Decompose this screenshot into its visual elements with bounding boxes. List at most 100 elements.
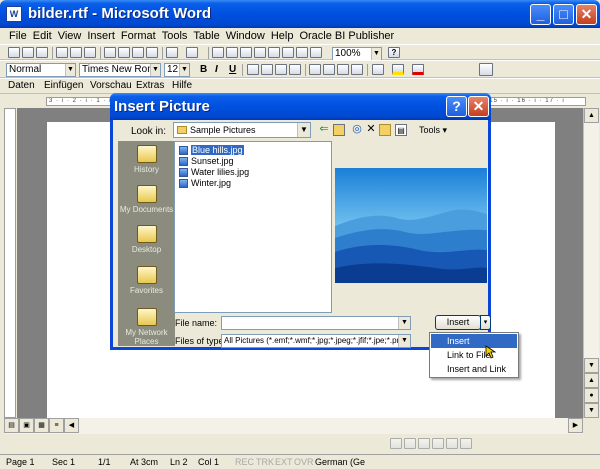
draw-tool-icon[interactable] <box>404 438 416 449</box>
copy-icon[interactable] <box>118 47 130 58</box>
document-map-icon[interactable] <box>296 47 308 58</box>
menu-item-link-to-file[interactable]: Link to File <box>431 348 517 362</box>
dialog-help-button[interactable]: ? <box>446 96 467 117</box>
menu-view[interactable]: View <box>55 30 85 42</box>
cut-icon[interactable] <box>104 47 116 58</box>
insert-excel-icon[interactable] <box>254 47 266 58</box>
menu-tools[interactable]: Tools <box>159 30 191 42</box>
draw-tool-icon[interactable] <box>446 438 458 449</box>
paste-icon[interactable] <box>132 47 144 58</box>
menu-format[interactable]: Format <box>118 30 159 42</box>
bullets-icon[interactable] <box>323 64 335 75</box>
toolbar-menu-extras[interactable]: Extras <box>136 80 164 91</box>
columns-icon[interactable] <box>268 47 280 58</box>
tables-borders-icon[interactable] <box>226 47 238 58</box>
italic-button[interactable]: I <box>215 64 218 75</box>
delete-icon[interactable]: ✕ <box>365 124 377 136</box>
menu-table[interactable]: Table <box>190 30 222 42</box>
menu-edit[interactable]: Edit <box>30 30 55 42</box>
vertical-scrollbar[interactable]: ▲ ▼ ▲ ● ▼ <box>583 108 599 418</box>
highlight-icon[interactable] <box>392 64 404 75</box>
views-icon[interactable]: ▤ <box>395 124 407 136</box>
insert-button[interactable]: Insert <box>435 315 481 330</box>
font-combo[interactable]: Times New Roman ▼ <box>79 63 161 77</box>
look-in-combo[interactable]: Sample Pictures ▼ <box>173 122 311 138</box>
align-center-icon[interactable] <box>261 64 273 75</box>
pdf-icon[interactable] <box>479 63 493 76</box>
menu-item-insert-and-link[interactable]: Insert and Link <box>431 362 517 376</box>
toolbar-menu-hilfe[interactable]: Hilfe <box>172 80 192 91</box>
close-button[interactable]: ✕ <box>576 4 597 25</box>
minimize-button[interactable]: _ <box>530 4 551 25</box>
dialog-title-bar[interactable]: Insert Picture ? ✕ <box>110 93 491 120</box>
maximize-button[interactable]: □ <box>553 4 574 25</box>
font-size-combo[interactable]: 12 ▼ <box>164 63 190 77</box>
drawing-icon[interactable] <box>282 47 294 58</box>
previous-page-icon[interactable]: ▲ <box>584 373 599 388</box>
place-history[interactable]: History <box>118 145 175 174</box>
vertical-ruler[interactable] <box>4 108 16 418</box>
status-ext[interactable]: EXT <box>275 457 293 467</box>
zoom-combo[interactable]: 100% ▼ <box>332 47 382 61</box>
spelling-icon[interactable] <box>84 47 96 58</box>
list-item[interactable]: Winter.jpg <box>179 178 231 189</box>
web-layout-icon[interactable]: ▣ <box>19 418 34 433</box>
decrease-indent-icon[interactable] <box>337 64 349 75</box>
status-ovr[interactable]: OVR <box>294 457 314 467</box>
draw-tool-icon[interactable] <box>460 438 472 449</box>
redo-icon[interactable] <box>186 47 198 58</box>
dialog-close-button[interactable]: ✕ <box>468 96 489 117</box>
toolbar-menu-daten[interactable]: Daten <box>8 80 35 91</box>
insert-table-icon[interactable] <box>240 47 252 58</box>
align-left-icon[interactable] <box>247 64 259 75</box>
help-icon[interactable]: ? <box>388 47 400 58</box>
menu-file[interactable]: File <box>6 30 30 42</box>
new-document-icon[interactable] <box>8 47 20 58</box>
back-arrow-icon[interactable]: ⇐ <box>318 124 330 136</box>
scroll-up-icon[interactable]: ▲ <box>584 108 599 123</box>
new-folder-icon[interactable] <box>379 124 391 136</box>
bold-button[interactable]: B <box>200 64 207 75</box>
horizontal-scrollbar[interactable]: ▤ ▣ ▦ ≡ ◀ ▶ <box>4 418 583 434</box>
normal-view-icon[interactable]: ▤ <box>4 418 19 433</box>
scroll-left-icon[interactable]: ◀ <box>64 418 79 433</box>
draw-tool-icon[interactable] <box>432 438 444 449</box>
status-trk[interactable]: TRK <box>256 457 274 467</box>
place-my-network-places[interactable]: My Network Places <box>118 308 175 346</box>
save-icon[interactable] <box>36 47 48 58</box>
select-browse-object-icon[interactable]: ● <box>584 388 599 403</box>
file-name-input[interactable]: ▼ <box>221 316 411 330</box>
menu-insert[interactable]: Insert <box>84 30 118 42</box>
print-preview-icon[interactable] <box>70 47 82 58</box>
outline-view-icon[interactable]: ≡ <box>49 418 64 433</box>
undo-icon[interactable] <box>166 47 178 58</box>
format-painter-icon[interactable] <box>146 47 158 58</box>
menu-oracle-bi-publisher[interactable]: Oracle BI Publisher <box>296 30 397 42</box>
place-favorites[interactable]: Favorites <box>118 266 175 295</box>
align-right-icon[interactable] <box>275 64 287 75</box>
status-rec[interactable]: REC <box>235 457 254 467</box>
scroll-right-icon[interactable]: ▶ <box>568 418 583 433</box>
list-item[interactable]: Water lilies.jpg <box>179 167 249 178</box>
window-title-bar[interactable]: W bilder.rtf - Microsoft Word _ □ ✕ <box>0 0 600 28</box>
print-icon[interactable] <box>56 47 68 58</box>
files-of-type-select[interactable]: All Pictures (*.emf;*.wmf;*.jpg;*.jpeg;*… <box>221 334 411 348</box>
insert-dropdown-button[interactable]: ▾ <box>480 315 491 330</box>
open-icon[interactable] <box>22 47 34 58</box>
search-web-icon[interactable]: ◎ <box>351 124 363 136</box>
place-desktop[interactable]: Desktop <box>118 225 175 254</box>
increase-indent-icon[interactable] <box>351 64 363 75</box>
borders-icon[interactable] <box>372 64 384 75</box>
menu-help[interactable]: Help <box>268 30 297 42</box>
show-hide-icon[interactable] <box>310 47 322 58</box>
draw-tool-icon[interactable] <box>418 438 430 449</box>
underline-button[interactable]: U <box>229 64 236 75</box>
menu-item-insert[interactable]: Insert <box>431 334 517 348</box>
menu-window[interactable]: Window <box>223 30 268 42</box>
numbering-icon[interactable] <box>309 64 321 75</box>
toolbar-menu-vorschau[interactable]: Vorschau <box>90 80 132 91</box>
list-item[interactable]: Blue hills.jpg <box>179 145 244 156</box>
list-item[interactable]: Sunset.jpg <box>179 156 234 167</box>
style-combo[interactable]: Normal ▼ <box>6 63 76 77</box>
print-layout-icon[interactable]: ▦ <box>34 418 49 433</box>
